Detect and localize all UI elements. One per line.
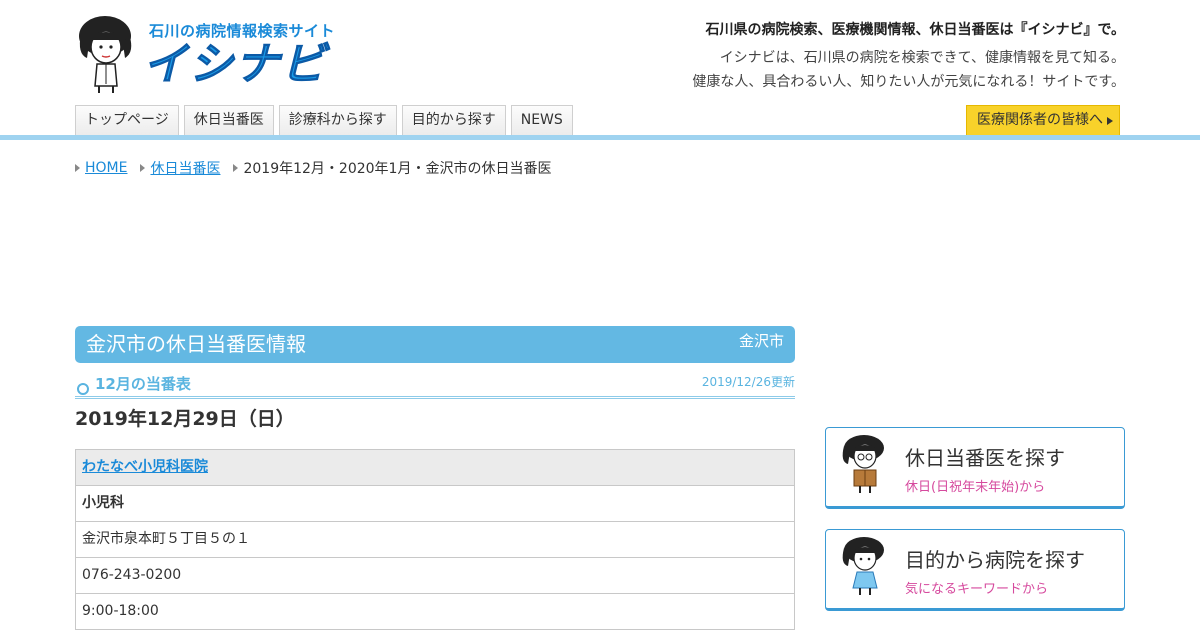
page-title: 金沢市の休日当番医情報 (86, 332, 306, 356)
global-nav: トップページ 休日当番医 診療科から探す 目的から探す NEWS (75, 105, 573, 135)
breadcrumb-arrow-icon (140, 164, 146, 172)
clinic-table: わたなべ小児科医院 小児科 金沢市泉本町５丁目５の１ 076-243-0200 … (75, 449, 795, 630)
clinic-address: 金沢市泉本町５丁目５の１ (75, 522, 795, 558)
site-logo[interactable]: 石川の病院情報検索サイト イシナビ (75, 14, 365, 94)
breadcrumb: HOME 休日当番医 2019年12月・2020年1月・金沢市の休日当番医 (75, 158, 564, 178)
circle-bullet-icon (77, 383, 89, 395)
card-title: 目的から病院を探す (905, 548, 1085, 572)
mascot-reading-icon (842, 435, 884, 493)
card-subtitle: 休日(日祝年末年始)から (905, 480, 1046, 495)
tagline-line-2: 健康な人、具合わるい人、知りたい人が元気になれる！サイトです。 (692, 74, 1125, 90)
mascot-nurse-icon (842, 537, 884, 595)
nav-news[interactable]: NEWS (510, 105, 573, 135)
medical-professionals-button[interactable]: 医療関係者の皆様へ (966, 105, 1120, 135)
tagline-bold: 石川県の病院検索、医療機関情報、休日当番医は『イシナビ』で。 (705, 22, 1125, 38)
updated-date: 2019/12/26更新 (701, 375, 795, 389)
breadcrumb-current: 2019年12月・2020年1月・金沢市の休日当番医 (243, 161, 552, 177)
clinic-department: 小児科 (75, 486, 795, 522)
site-header: 石川の病院情報検索サイト イシナビ 石川県の病院検索、医療機関情報、休日当番医は… (0, 0, 1200, 140)
arrow-right-icon (1107, 117, 1113, 125)
clinic-name-row: わたなべ小児科医院 (75, 450, 795, 486)
duty-date: 2019年12月29日（日） (75, 408, 295, 430)
logo-wordmark: イシナビ (143, 39, 327, 90)
find-by-purpose-card[interactable]: 目的から病院を探す 気になるキーワードから (825, 529, 1125, 611)
breadcrumb-holiday-link[interactable]: 休日当番医 (150, 158, 220, 178)
breadcrumb-home-link[interactable]: HOME (85, 160, 127, 176)
nav-by-purpose[interactable]: 目的から探す (401, 105, 506, 135)
clinic-name-link[interactable]: わたなべ小児科医院 (82, 459, 208, 475)
nav-top-page[interactable]: トップページ (75, 105, 179, 135)
section-heading: 12月の当番表 2019/12/26更新 (75, 371, 795, 399)
page-title-bar: 金沢市の休日当番医情報 金沢市 (75, 326, 795, 363)
card-title: 休日当番医を探す (905, 446, 1065, 470)
city-label: 金沢市 (738, 332, 784, 350)
main-content: 金沢市の休日当番医情報 金沢市 12月の当番表 2019/12/26更新 201… (75, 326, 795, 630)
tagline-line-1: イシナビは、石川県の病院を検索できて、健康情報を見て知る。 (719, 50, 1125, 66)
nav-by-department[interactable]: 診療科から探す (278, 105, 397, 135)
section-title: 12月の当番表 (95, 375, 191, 393)
nav-holiday-doctor[interactable]: 休日当番医 (183, 105, 274, 135)
card-subtitle: 気になるキーワードから (905, 582, 1049, 597)
logo-tagline: 石川の病院情報検索サイト (149, 22, 336, 40)
mascot-doctor-icon (79, 16, 132, 93)
site-description: 石川県の病院検索、医療機関情報、休日当番医は『イシナビ』で。 イシナビは、石川県… (692, 18, 1125, 94)
medical-professionals-label: 医療関係者の皆様へ (977, 112, 1103, 128)
clinic-phone: 076-243-0200 (75, 558, 795, 594)
breadcrumb-arrow-icon (233, 164, 239, 172)
breadcrumb-arrow-icon (75, 164, 80, 172)
find-holiday-doctor-card[interactable]: 休日当番医を探す 休日(日祝年末年始)から (825, 427, 1125, 509)
clinic-hours: 9:00-18:00 (75, 594, 795, 630)
nav-divider (0, 135, 1200, 140)
